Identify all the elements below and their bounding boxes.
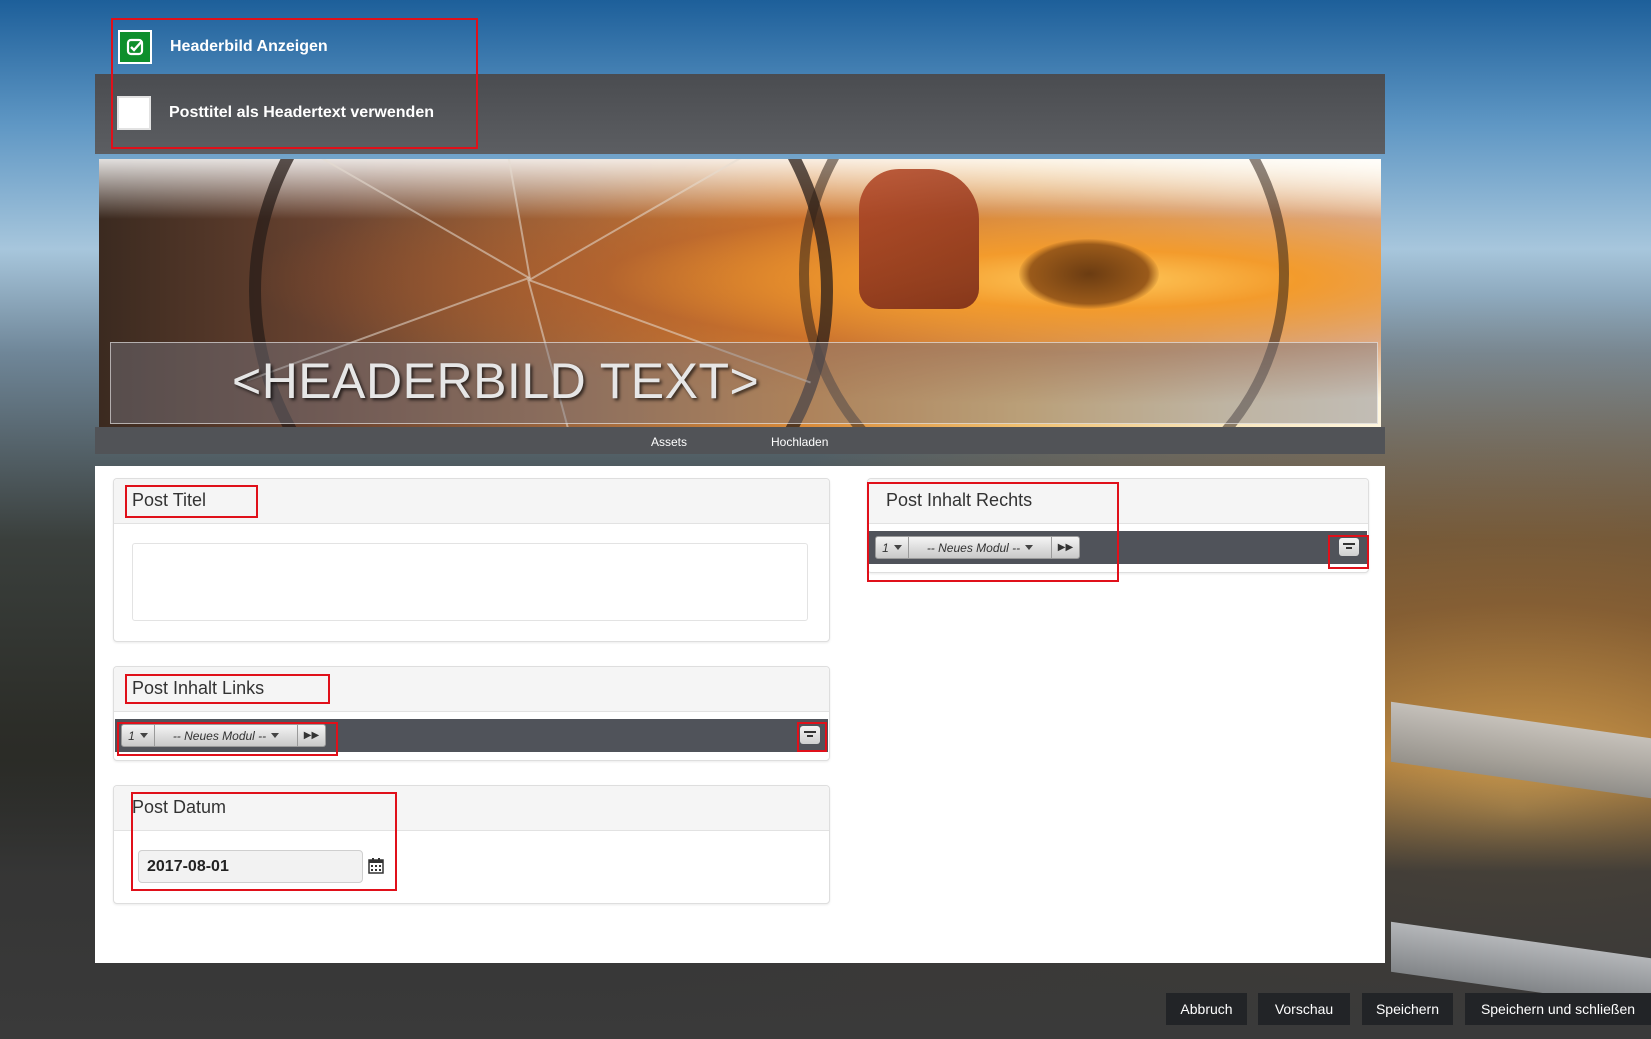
post-title-input[interactable] — [132, 543, 808, 621]
caret-down-icon — [1025, 545, 1034, 550]
date-input[interactable]: 2017-08-01 — [138, 850, 363, 883]
caret-down-icon — [271, 733, 280, 738]
date-card: Post Datum 2017-08-01 — [113, 785, 830, 904]
date-heading: Post Datum — [114, 786, 829, 831]
module-position-select[interactable]: 1 — [121, 724, 155, 747]
caret-down-icon — [139, 733, 148, 738]
content-left-card: Post Inhalt Links 1 -- Neues Modul -- ▶▶ — [113, 666, 830, 761]
content-right-heading: Post Inhalt Rechts — [868, 479, 1368, 524]
show-header-image-checkbox[interactable] — [118, 30, 152, 64]
cancel-button[interactable]: Abbruch — [1166, 993, 1247, 1025]
use-post-title-label: Posttitel als Headertext verwenden — [169, 104, 434, 121]
filter-icon[interactable] — [1339, 538, 1359, 556]
assets-link[interactable]: Assets — [651, 435, 687, 449]
post-title-card: Post Titel — [113, 478, 830, 642]
upload-link[interactable]: Hochladen — [771, 435, 828, 449]
filter-icon[interactable] — [800, 726, 820, 744]
fast-forward-icon[interactable]: ▶▶ — [298, 724, 326, 747]
show-header-image-label: Headerbild Anzeigen — [170, 38, 328, 55]
calendar-icon[interactable] — [368, 858, 384, 874]
new-module-select[interactable]: -- Neues Modul -- — [909, 536, 1052, 559]
header-image-text: <HEADERBILD TEXT> — [232, 353, 760, 409]
show-header-image-option[interactable]: Headerbild Anzeigen — [118, 30, 328, 64]
content-right-module-controls: 1 -- Neues Modul -- ▶▶ — [875, 536, 1080, 559]
content-left-toolbar: 1 -- Neues Modul -- ▶▶ — [115, 719, 828, 752]
fast-forward-icon[interactable]: ▶▶ — [1052, 536, 1080, 559]
module-position-select[interactable]: 1 — [875, 536, 909, 559]
save-and-close-button[interactable]: Speichern und schließen — [1465, 993, 1651, 1025]
check-icon — [126, 38, 144, 56]
use-post-title-checkbox[interactable] — [117, 96, 151, 130]
content-right-card: Post Inhalt Rechts 1 -- Neues Modul -- ▶… — [867, 478, 1369, 573]
preview-button[interactable]: Vorschau — [1258, 993, 1350, 1025]
image-toolbar: Assets Hochladen — [95, 427, 1385, 454]
post-title-heading: Post Titel — [114, 479, 829, 524]
caret-down-icon — [893, 545, 902, 550]
use-post-title-option[interactable]: Posttitel als Headertext verwenden — [117, 96, 434, 130]
content-left-module-controls: 1 -- Neues Modul -- ▶▶ — [121, 724, 326, 747]
content-left-heading: Post Inhalt Links — [114, 667, 829, 712]
content-right-toolbar: 1 -- Neues Modul -- ▶▶ — [869, 531, 1367, 564]
save-button[interactable]: Speichern — [1362, 993, 1453, 1025]
new-module-select[interactable]: -- Neues Modul -- — [155, 724, 298, 747]
